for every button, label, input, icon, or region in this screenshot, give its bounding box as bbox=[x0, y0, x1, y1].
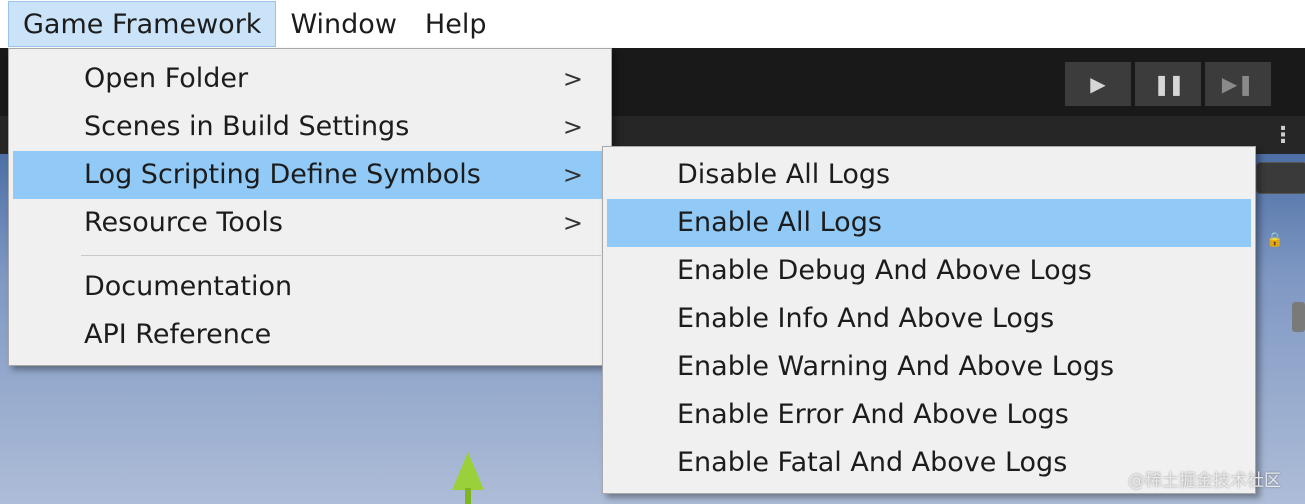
watermark: @稀土掘金技术社区 bbox=[1128, 471, 1281, 491]
right-field[interactable] bbox=[1256, 162, 1305, 194]
menu-item-open-folder[interactable]: Open Folder > bbox=[13, 55, 607, 103]
submenu-item-label: Enable Info And Above Logs bbox=[677, 303, 1055, 334]
submenu-arrow-icon: > bbox=[562, 209, 583, 237]
game-framework-menu: Open Folder > Scenes in Build Settings >… bbox=[8, 48, 612, 366]
menu-item-label: Resource Tools bbox=[84, 207, 283, 238]
submenu-item-label: Enable All Logs bbox=[677, 207, 882, 238]
lock-icon[interactable]: 🔒 bbox=[1266, 232, 1283, 248]
submenu-item-enable-info[interactable]: Enable Info And Above Logs bbox=[607, 295, 1251, 343]
menu-separator bbox=[81, 255, 601, 256]
menu-item-label: API Reference bbox=[84, 319, 272, 350]
submenu-item-label: Enable Error And Above Logs bbox=[677, 399, 1069, 430]
log-symbols-submenu: Disable All Logs Enable All Logs Enable … bbox=[602, 146, 1256, 494]
menu-game-framework[interactable]: Game Framework bbox=[8, 1, 277, 47]
menu-item-documentation[interactable]: Documentation bbox=[13, 263, 607, 311]
scene-gizmo-stem bbox=[465, 488, 471, 504]
submenu-item-label: Enable Fatal And Above Logs bbox=[677, 447, 1068, 478]
play-icon: ▶ bbox=[1090, 72, 1106, 96]
submenu-arrow-icon: > bbox=[562, 161, 583, 189]
menu-bar: Game Framework Window Help bbox=[0, 0, 1305, 48]
step-button[interactable]: ▶❚ bbox=[1205, 62, 1271, 106]
menu-item-log-scripting-define-symbols[interactable]: Log Scripting Define Symbols > bbox=[13, 151, 607, 199]
menu-help[interactable]: Help bbox=[411, 1, 501, 47]
menu-item-label: Open Folder bbox=[84, 63, 249, 94]
submenu-item-enable-warning[interactable]: Enable Warning And Above Logs bbox=[607, 343, 1251, 391]
menu-item-label: Log Scripting Define Symbols bbox=[84, 159, 481, 190]
submenu-arrow-icon: > bbox=[562, 65, 583, 93]
submenu-item-enable-error[interactable]: Enable Error And Above Logs bbox=[607, 391, 1251, 439]
submenu-item-enable-debug[interactable]: Enable Debug And Above Logs bbox=[607, 247, 1251, 295]
submenu-item-enable-all-logs[interactable]: Enable All Logs bbox=[607, 199, 1251, 247]
menu-item-api-reference[interactable]: API Reference bbox=[13, 311, 607, 359]
submenu-item-disable-all-logs[interactable]: Disable All Logs bbox=[607, 151, 1251, 199]
menu-item-label: Scenes in Build Settings bbox=[84, 111, 410, 142]
menu-window[interactable]: Window bbox=[276, 1, 410, 47]
kebab-menu-icon[interactable]: ⋮ bbox=[1272, 122, 1294, 150]
pause-icon: ❚❚ bbox=[1153, 72, 1184, 96]
scroll-handle[interactable] bbox=[1292, 302, 1305, 332]
scene-gizmo-cone bbox=[452, 452, 484, 490]
submenu-arrow-icon: > bbox=[562, 113, 583, 141]
menu-item-resource-tools[interactable]: Resource Tools > bbox=[13, 199, 607, 247]
submenu-item-label: Enable Warning And Above Logs bbox=[677, 351, 1115, 382]
submenu-item-label: Enable Debug And Above Logs bbox=[677, 255, 1092, 286]
step-icon: ▶❚ bbox=[1221, 72, 1255, 96]
pause-button[interactable]: ❚❚ bbox=[1135, 62, 1201, 106]
submenu-item-label: Disable All Logs bbox=[677, 159, 891, 190]
menu-item-label: Documentation bbox=[84, 271, 293, 302]
menu-item-scenes-in-build-settings[interactable]: Scenes in Build Settings > bbox=[13, 103, 607, 151]
play-button[interactable]: ▶ bbox=[1065, 62, 1131, 106]
